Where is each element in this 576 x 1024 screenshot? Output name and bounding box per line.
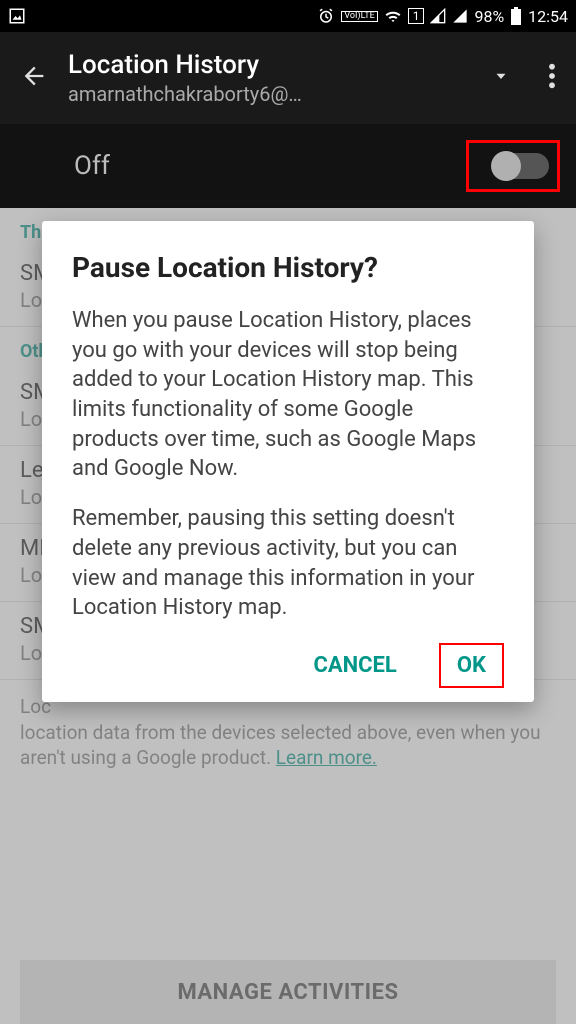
dialog-paragraph-1: When you pause Location History, places …	[72, 306, 504, 484]
signal-icon-2	[452, 8, 468, 24]
location-history-toggle[interactable]	[493, 153, 549, 179]
switch-thumb	[491, 151, 521, 181]
toggle-highlight-box	[466, 140, 560, 192]
volte-icon: VoI)LTE	[341, 11, 377, 22]
battery-percent: 98%	[474, 7, 504, 26]
app-header: Location History amarnathchakraborty6@…	[0, 32, 576, 124]
master-toggle-row: Off	[0, 124, 576, 208]
cancel-button[interactable]: CANCEL	[305, 643, 404, 688]
clock-time: 12:54	[528, 7, 568, 26]
dialog-title: Pause Location History?	[72, 251, 504, 284]
header-titles: Location History amarnathchakraborty6@…	[68, 50, 472, 106]
picture-icon	[8, 7, 26, 25]
dialog-actions: CANCEL OK	[72, 643, 504, 688]
overflow-menu[interactable]	[548, 62, 556, 94]
account-email: amarnathchakraborty6@…	[68, 82, 472, 106]
ok-button[interactable]: OK	[457, 653, 486, 678]
page-title: Location History	[68, 50, 472, 80]
account-dropdown[interactable]	[492, 67, 510, 89]
sim-badge-icon: 1	[408, 8, 425, 24]
alarm-icon	[317, 7, 335, 25]
ok-highlight-box: OK	[439, 643, 504, 688]
back-button[interactable]	[20, 62, 48, 94]
battery-icon	[510, 7, 522, 25]
status-bar: VoI)LTE 1 98% 12:54	[0, 0, 576, 32]
dialog-paragraph-2: Remember, pausing this setting doesn't d…	[72, 504, 504, 623]
signal-icon-1	[430, 8, 446, 24]
wifi-icon	[384, 7, 402, 25]
pause-dialog: Pause Location History? When you pause L…	[42, 221, 534, 702]
dialog-body: When you pause Location History, places …	[72, 306, 504, 623]
toggle-state-label: Off	[74, 151, 110, 181]
